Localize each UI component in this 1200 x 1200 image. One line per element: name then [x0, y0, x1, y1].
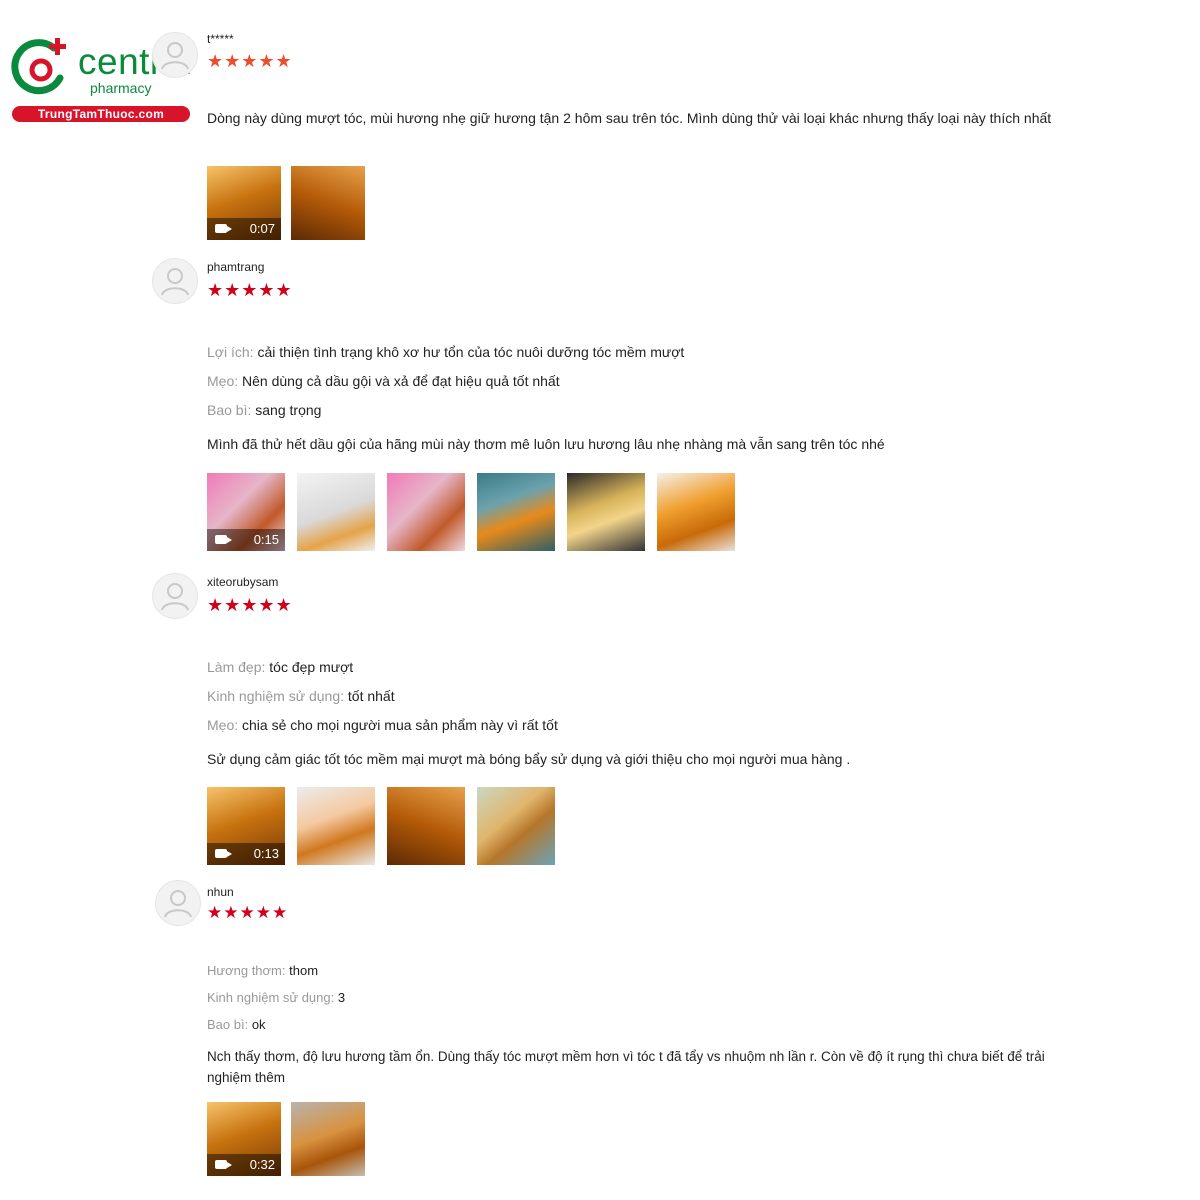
review-media: 0:32	[207, 1102, 365, 1176]
video-overlay: 0:15	[207, 529, 285, 551]
review-video-thumbnail[interactable]: 0:32	[207, 1102, 281, 1176]
review-attribute: Mẹo: Nên dùng cả dầu gội và xả để đạt hi…	[207, 373, 560, 389]
user-placeholder-icon	[161, 42, 189, 70]
review-media: 0:15	[207, 473, 735, 551]
avatar[interactable]	[152, 32, 198, 78]
video-overlay: 0:32	[207, 1154, 281, 1176]
review-video-thumbnail[interactable]: 0:07	[207, 166, 281, 240]
review-username: phamtrang	[207, 260, 265, 274]
video-camera-icon	[215, 224, 232, 233]
review-photo-thumbnail[interactable]	[291, 1102, 365, 1176]
user-placeholder-icon	[161, 583, 189, 611]
review-item: nhun ★★★★★ Hương thơm: thom Kinh nghiệm …	[150, 880, 1070, 1185]
review-comment: Sử dụng cảm giác tốt tóc mềm mại mượt mà…	[207, 751, 851, 767]
rating-stars: ★★★★★	[207, 595, 293, 615]
review-video-thumbnail[interactable]: 0:13	[207, 787, 285, 865]
review-photo-thumbnail[interactable]	[657, 473, 735, 551]
review-attribute: Lợi ích: cải thiện tình trạng khô xơ hư …	[207, 344, 685, 360]
video-duration: 0:15	[253, 532, 279, 547]
review-photo-thumbnail[interactable]	[297, 473, 375, 551]
rating-stars: ★★★★★	[207, 51, 293, 71]
review-item: xiteorubysam ★★★★★ Làm đẹp: tóc đẹp mượt…	[150, 571, 1070, 871]
review-attribute: Kinh nghiệm sử dụng: tốt nhất	[207, 688, 395, 704]
review-photo-thumbnail[interactable]	[297, 787, 375, 865]
review-attribute: Kinh nghiệm sử dụng: 3	[207, 990, 346, 1005]
review-photo-thumbnail[interactable]	[387, 787, 465, 865]
review-photo-thumbnail[interactable]	[477, 473, 555, 551]
user-placeholder-icon	[164, 890, 192, 918]
pharmacy-cross-logo-icon	[11, 38, 66, 95]
video-overlay: 0:13	[207, 843, 285, 865]
review-username: xiteorubysam	[207, 575, 279, 589]
review-attribute: Bao bì: ok	[207, 1017, 266, 1032]
review-item: t***** ★★★★★ Dòng này dùng mượt tóc, mùi…	[150, 28, 1070, 248]
review-media: 0:13	[207, 787, 555, 865]
video-duration: 0:07	[249, 221, 275, 236]
review-username: t*****	[207, 32, 234, 46]
review-media: 0:07	[207, 166, 365, 240]
review-video-thumbnail[interactable]: 0:15	[207, 473, 285, 551]
rating-stars: ★★★★★	[207, 280, 293, 300]
review-comment: Nch thấy thơm, độ lưu hương tầm ổn. Dùng…	[207, 1049, 1045, 1085]
review-attribute: Mẹo: chia sẻ cho mọi người mua sản phẩm …	[207, 717, 558, 733]
avatar[interactable]	[152, 258, 198, 304]
video-duration: 0:32	[249, 1157, 275, 1172]
review-attribute: Làm đẹp: tóc đẹp mượt	[207, 659, 354, 675]
review-photo-thumbnail[interactable]	[567, 473, 645, 551]
logo-subtitle: pharmacy	[90, 80, 152, 96]
avatar[interactable]	[152, 573, 198, 619]
review-username: nhun	[207, 885, 234, 899]
review-photo-thumbnail[interactable]	[291, 166, 365, 240]
user-placeholder-icon	[161, 268, 189, 296]
review-item: phamtrang ★★★★★ Lợi ích: cải thiện tình …	[150, 256, 1070, 556]
video-duration: 0:13	[253, 846, 279, 861]
avatar[interactable]	[155, 880, 201, 926]
review-photo-thumbnail[interactable]	[477, 787, 555, 865]
review-attribute: Hương thơm: thom	[207, 963, 319, 978]
video-camera-icon	[215, 1160, 232, 1169]
video-camera-icon	[215, 849, 232, 858]
video-overlay: 0:07	[207, 218, 281, 240]
review-photo-thumbnail[interactable]	[387, 473, 465, 551]
video-camera-icon	[215, 535, 232, 544]
review-attribute: Bao bì: sang trọng	[207, 402, 322, 418]
review-comment: Mình đã thử hết dầu gội của hãng mùi này…	[207, 436, 885, 452]
review-comment: Dòng này dùng mượt tóc, mùi hương nhẹ gi…	[207, 110, 1052, 126]
rating-stars: ★★★★★	[207, 903, 289, 922]
